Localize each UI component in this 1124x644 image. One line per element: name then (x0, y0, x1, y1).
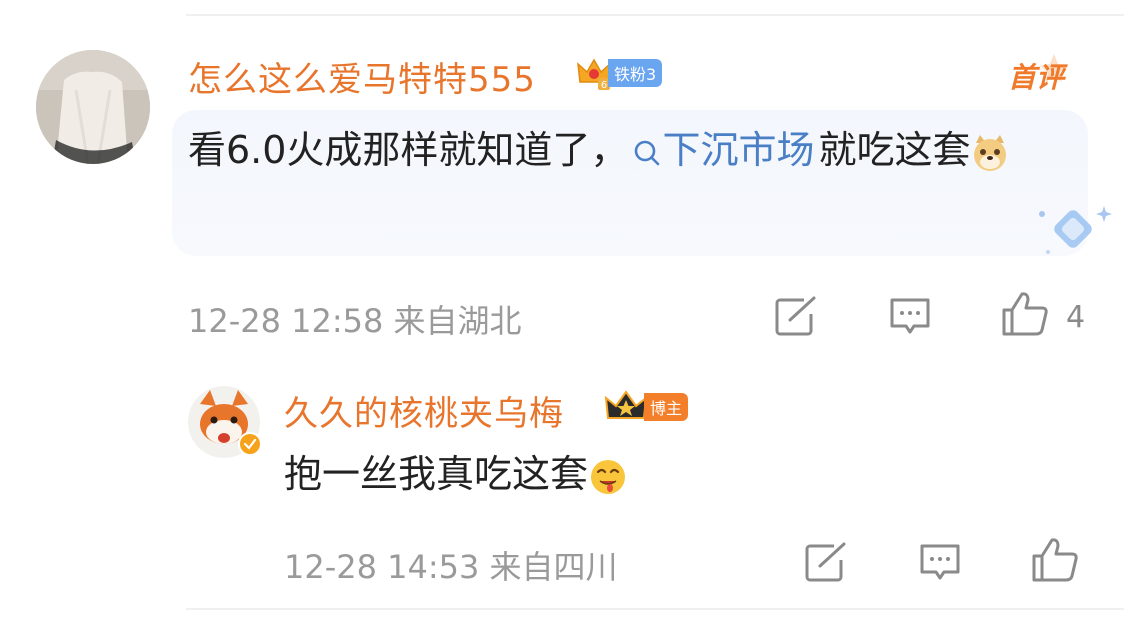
like-button[interactable] (1000, 290, 1050, 342)
blogger-badge: 博主 (604, 390, 689, 424)
blogger-badge-label: 博主 (644, 393, 689, 421)
comment-button[interactable] (888, 296, 932, 342)
divider-bottom (186, 608, 1124, 610)
reply-meta: 12-28 14:53 来自四川 (284, 548, 618, 586)
comment-content: 看6.0火成那样就知道了， 下沉市场 就吃这套 (188, 122, 1068, 178)
divider-top (186, 14, 1124, 16)
reply-like-button[interactable] (1030, 536, 1080, 588)
hashtag-link[interactable]: 下沉市场 (632, 128, 814, 172)
verified-icon (238, 432, 262, 456)
crown-icon (604, 390, 648, 419)
like-count: 4 (1066, 300, 1086, 335)
share-button[interactable] (774, 296, 818, 340)
comment-meta: 12-28 12:58 来自湖北 (188, 302, 522, 340)
search-icon (635, 140, 660, 165)
first-comment-tag: 首评 (1002, 54, 1072, 94)
reply-comment-button[interactable] (918, 542, 962, 588)
share-icon (805, 542, 846, 582)
reply-user-name[interactable]: 久久的核桃夹乌梅 (284, 386, 564, 435)
comment-user-name[interactable]: 怎么这么爱马特特555 (188, 52, 536, 101)
avatar[interactable] (36, 50, 150, 164)
hashtag-label: 下沉市场 (662, 128, 815, 172)
reply-content: 抱一丝我真吃这套 (284, 446, 628, 502)
sparkle-decoration-icon (1030, 200, 1114, 260)
crown-icon: 6 (577, 58, 611, 90)
svg-text:6: 6 (601, 80, 607, 90)
thumbs-up-icon (1002, 292, 1048, 336)
fan-badge[interactable]: 6 铁粉3 (576, 56, 663, 90)
thumbs-up-icon (1032, 538, 1078, 582)
comment-icon (920, 544, 960, 580)
reply-share-button[interactable] (804, 542, 848, 586)
drooling-emoji-icon (591, 459, 626, 494)
doge-emoji-icon (974, 134, 1007, 171)
reply-avatar[interactable] (188, 386, 262, 458)
comment-icon (890, 298, 930, 334)
fan-badge-label: 铁粉3 (608, 59, 663, 87)
share-icon (775, 296, 816, 336)
